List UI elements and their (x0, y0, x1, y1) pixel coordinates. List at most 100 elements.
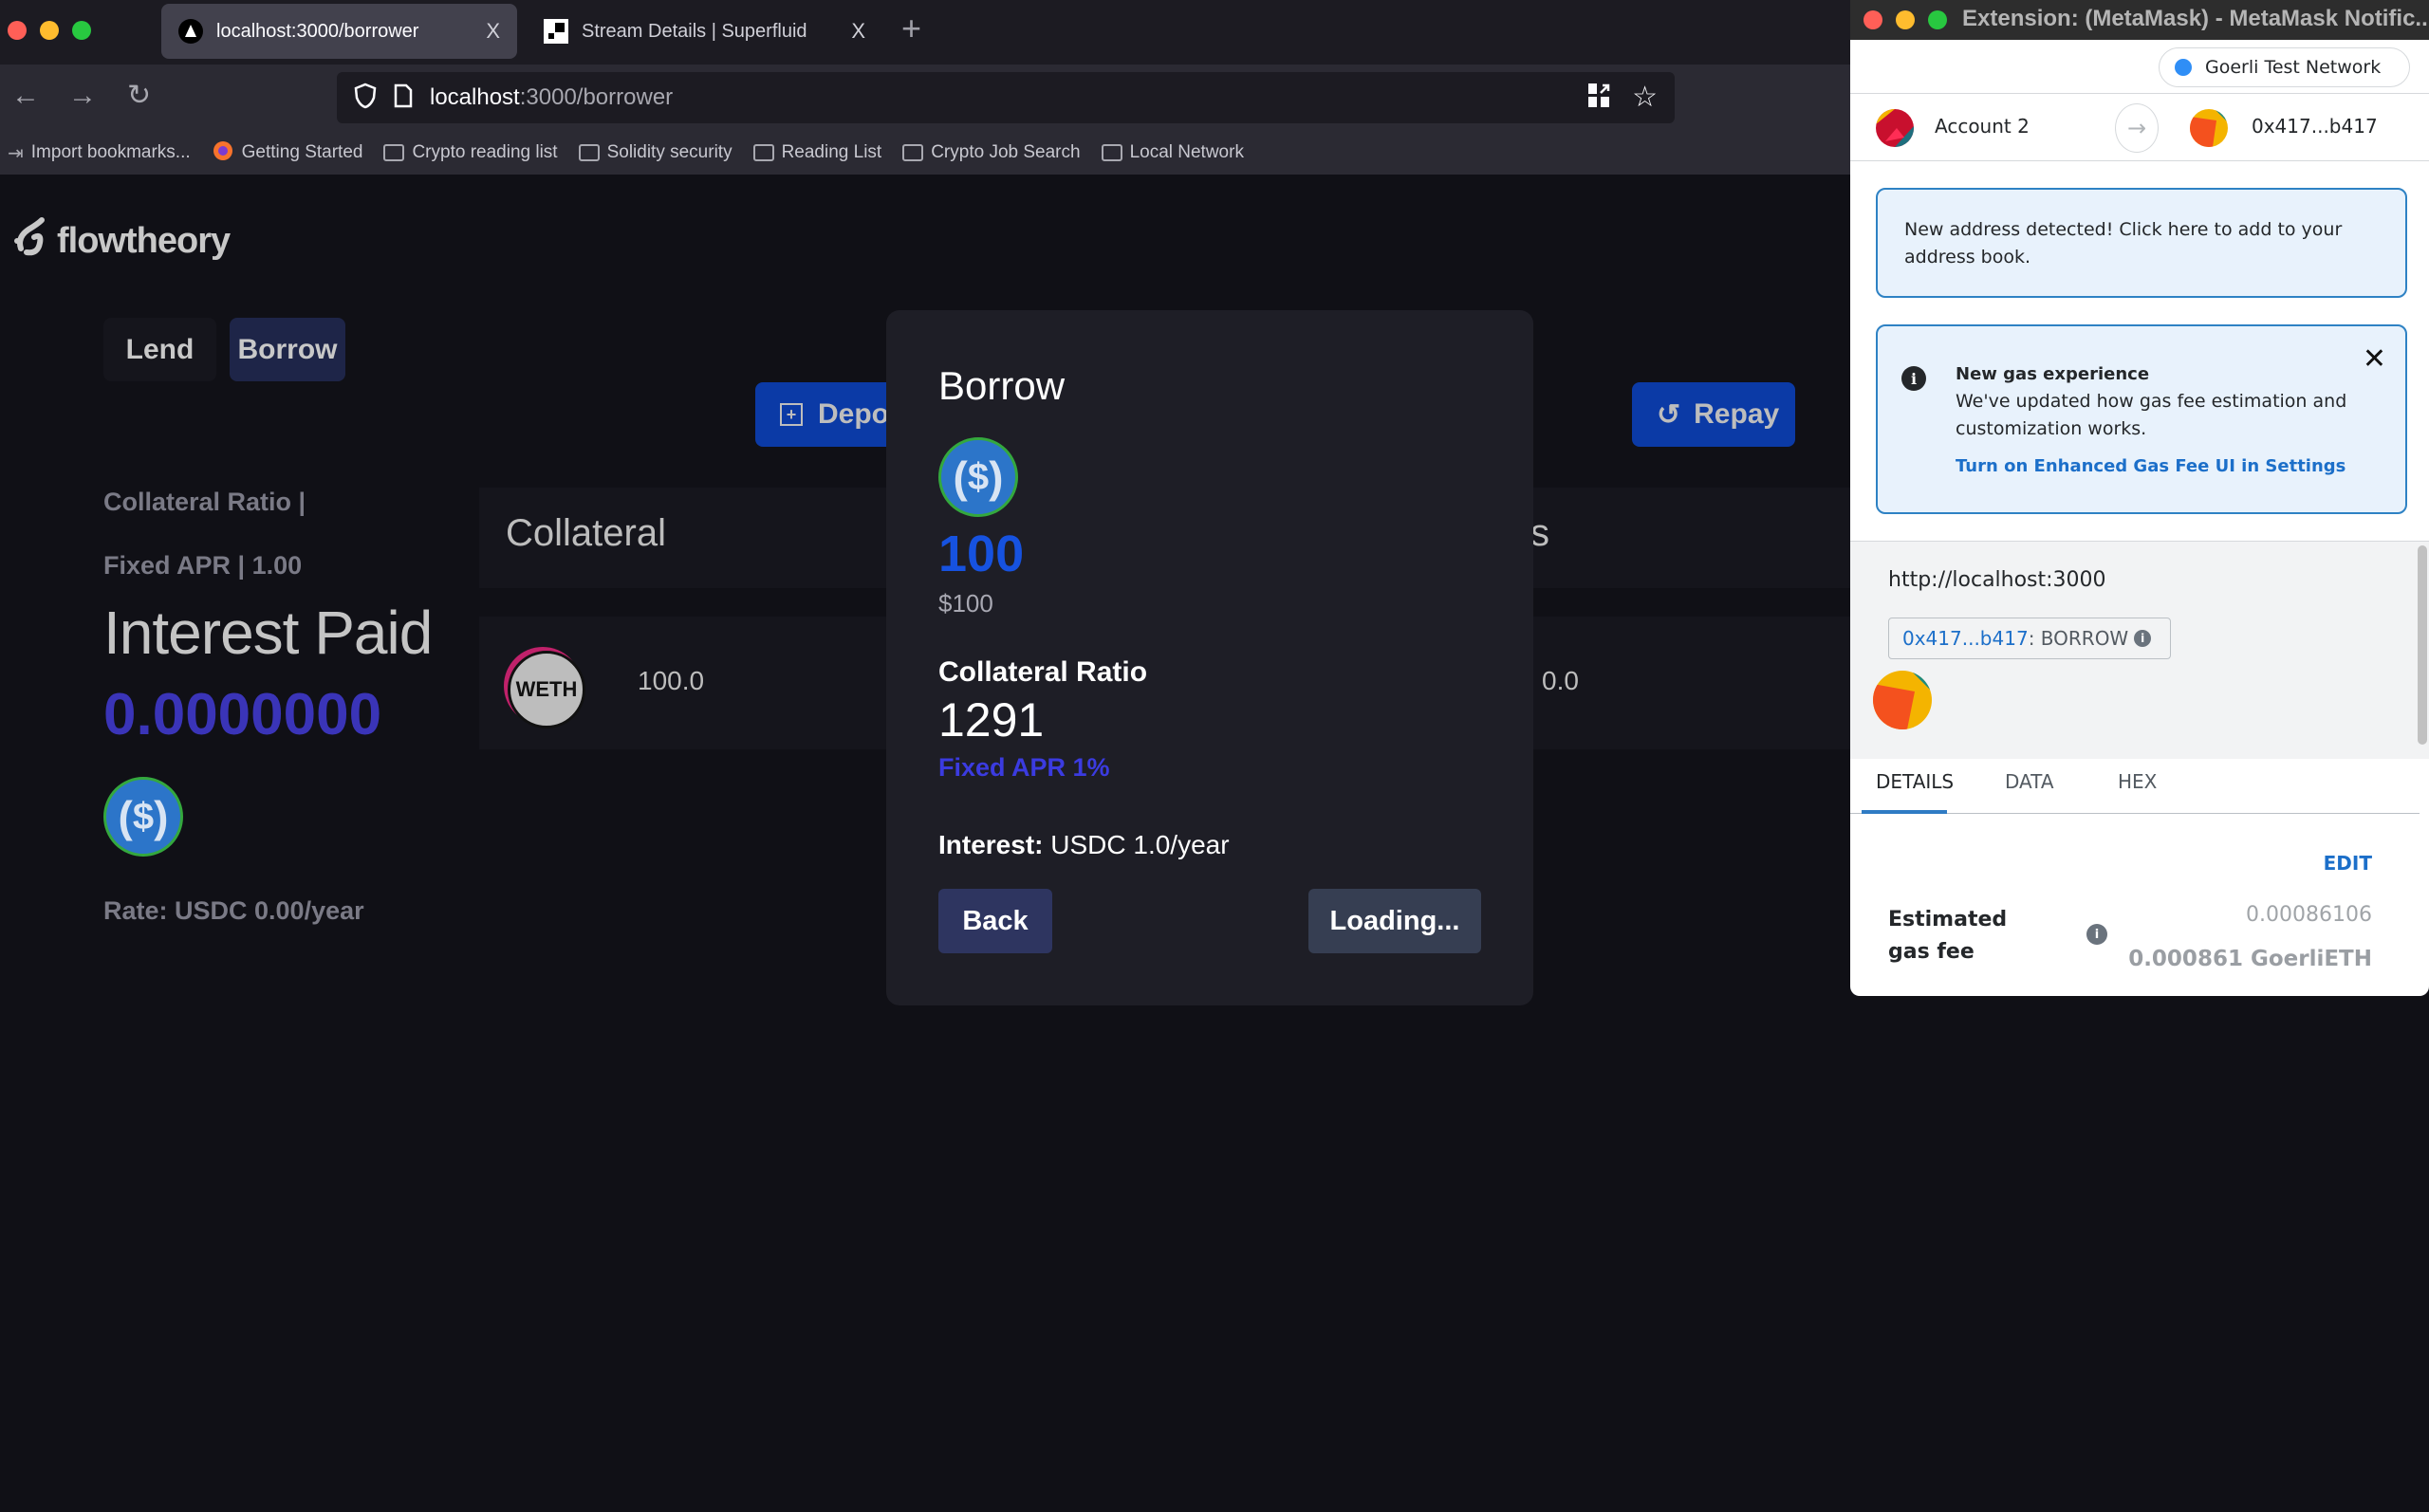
url-host: localhost (430, 84, 520, 110)
loading-button[interactable]: Loading... (1308, 889, 1481, 953)
to-address: 0x417...b417 (2252, 115, 2378, 138)
close-window-button[interactable] (1863, 10, 1882, 29)
lend-tab-button[interactable]: Lend (103, 318, 216, 381)
transaction-tabs: DETAILS DATA HEX (1850, 759, 2420, 814)
edit-gas-button[interactable]: EDIT (2324, 852, 2372, 875)
origin-url: http://localhost:3000 (1888, 568, 2106, 592)
folder-icon (752, 144, 774, 161)
close-window-button[interactable] (8, 21, 27, 40)
fixed-apr-label: Fixed APR | 1.00 (103, 551, 303, 580)
metamask-title-bar: Extension: (MetaMask) - MetaMask Notific… (1850, 0, 2429, 40)
usdc-token-icon: ($) (938, 437, 1018, 517)
shield-icon[interactable] (354, 83, 377, 114)
firefox-icon (212, 138, 234, 167)
bookmark-crypto-job-search[interactable]: Crypto Job Search (902, 142, 1081, 163)
folder-icon (1101, 144, 1122, 161)
enhanced-gas-settings-link[interactable]: Turn on Enhanced Gas Fee UI in Settings (1956, 452, 2379, 480)
account-transfer-bar: Account 2 → 0x417...b417 (1850, 93, 2429, 161)
bookmark-getting-started[interactable]: Getting Started (212, 138, 363, 167)
tab-details[interactable]: DETAILS (1876, 770, 1954, 793)
gas-experience-notice: i ✕ New gas experience We've updated how… (1876, 324, 2407, 514)
repay-button[interactable]: ↺ Repay (1632, 382, 1795, 447)
borrow-tab-button[interactable]: Borrow (230, 318, 345, 381)
arrow-right-icon: → (2115, 103, 2159, 153)
superfluid-favicon-icon (544, 19, 568, 44)
app-logo[interactable]: flowtheory (13, 216, 231, 266)
repay-label: Repay (1694, 398, 1780, 430)
bookmark-label: Local Network (1129, 142, 1244, 162)
bookmark-label: Solidity security (606, 142, 732, 162)
tab-superfluid[interactable]: Stream Details | Superfluid X (527, 4, 882, 59)
transaction-origin-section: http://localhost:3000 0x417...b417 : BOR… (1850, 541, 2429, 759)
collateral-ratio-label: Collateral Ratio | (103, 488, 306, 516)
maximize-window-button[interactable] (1928, 10, 1947, 29)
folder-icon (578, 144, 600, 161)
bookmark-label: Getting Started (241, 142, 363, 162)
new-address-notice[interactable]: New address detected! Click here to add … (1876, 188, 2407, 298)
minimize-window-button[interactable] (1896, 10, 1915, 29)
bookmark-label: Crypto reading list (412, 142, 558, 162)
collateral-amount: 100.0 (638, 666, 705, 695)
bookmark-crypto-reading-list[interactable]: Crypto reading list (383, 142, 558, 163)
scrollbar[interactable] (2418, 545, 2427, 745)
maximize-window-button[interactable] (72, 21, 91, 40)
url-bar[interactable]: localhost:3000/borrower ☆ (337, 72, 1675, 123)
method-name: : BORROW (2028, 627, 2129, 650)
window-title: Extension: (MetaMask) - MetaMask Notific… (1962, 6, 2429, 31)
gas-fee-secondary: 0.00086106 (2246, 903, 2372, 927)
interest-paid-title: Interest Paid (103, 599, 433, 667)
bookmark-star-icon[interactable]: ☆ (1632, 83, 1658, 112)
bookmark-solidity-security[interactable]: Solidity security (578, 142, 732, 163)
back-button[interactable]: Back (938, 889, 1052, 953)
collateral-ratio-value: 1291 (938, 693, 1045, 747)
bookmark-label: Import bookmarks... (30, 142, 191, 162)
undo-icon: ↺ (1657, 398, 1681, 431)
folder-icon (383, 144, 405, 161)
vercel-favicon-icon (178, 19, 203, 44)
contract-method-badge[interactable]: 0x417...b417 : BORROW i (1888, 618, 2171, 659)
tab-close-button[interactable]: X (486, 19, 500, 44)
info-icon[interactable]: i (2134, 630, 2152, 647)
collateral-ratio-label: Collateral Ratio (938, 656, 1148, 688)
estimated-gas-fee-label: Estimated gas fee (1888, 908, 2008, 964)
info-icon[interactable]: i (2086, 924, 2107, 945)
interest-label: Interest: (938, 830, 1044, 859)
reload-icon[interactable]: ↻ (127, 79, 151, 113)
metamask-window: Extension: (MetaMask) - MetaMask Notific… (1850, 0, 2429, 996)
minimize-window-button[interactable] (40, 21, 59, 40)
interest-value: USDC 1.0/year (1043, 830, 1230, 859)
contract-avatar (1873, 671, 1932, 729)
gas-fee-primary: 0.000861 GoerliETH (2128, 947, 2372, 971)
info-icon: i (1901, 366, 1926, 391)
borrowed-amount: 0.0 (1542, 666, 1579, 695)
tab-hex[interactable]: HEX (2118, 770, 2157, 793)
back-arrow-icon[interactable]: ← (11, 79, 40, 113)
borrow-amount-usd: $100 (938, 589, 993, 618)
network-status-dot-icon (2175, 59, 2192, 76)
bookmark-import[interactable]: ⇥ Import bookmarks... (8, 141, 191, 165)
tab-label: Stream Details | Superfluid (582, 20, 807, 42)
qr-code-icon[interactable] (1588, 83, 1611, 113)
interest-paid-value: 0.0000000 (103, 682, 382, 747)
network-name: Goerli Test Network (2205, 57, 2382, 78)
new-tab-button[interactable]: + (901, 9, 921, 47)
plus-square-icon: + (780, 403, 803, 426)
bookmark-reading-list[interactable]: Reading List (752, 142, 881, 163)
page-icon (394, 83, 413, 113)
weth-token-icon: WETH (508, 651, 585, 728)
tab-close-button[interactable]: X (851, 19, 865, 44)
borrow-amount: 100 (938, 526, 1025, 582)
borrow-summary: Collateral Ratio | Fixed APR | 1.00 Inte… (103, 488, 433, 926)
bookmark-local-network[interactable]: Local Network (1101, 142, 1244, 163)
to-account-avatar (2190, 109, 2228, 147)
logo-mark-icon (13, 216, 51, 266)
contract-address[interactable]: 0x417...b417 (1902, 627, 2029, 650)
bookmark-label: Crypto Job Search (931, 142, 1081, 162)
close-icon[interactable]: ✕ (2363, 345, 2386, 374)
tab-data[interactable]: DATA (2005, 770, 2054, 793)
rate-label: Rate: USDC 0.00/year (103, 896, 364, 925)
network-selector[interactable]: Goerli Test Network (2159, 47, 2410, 87)
forward-arrow-icon[interactable]: → (68, 79, 97, 113)
tab-label: localhost:3000/borrower (216, 20, 419, 42)
tab-borrower[interactable]: localhost:3000/borrower X (161, 4, 517, 59)
